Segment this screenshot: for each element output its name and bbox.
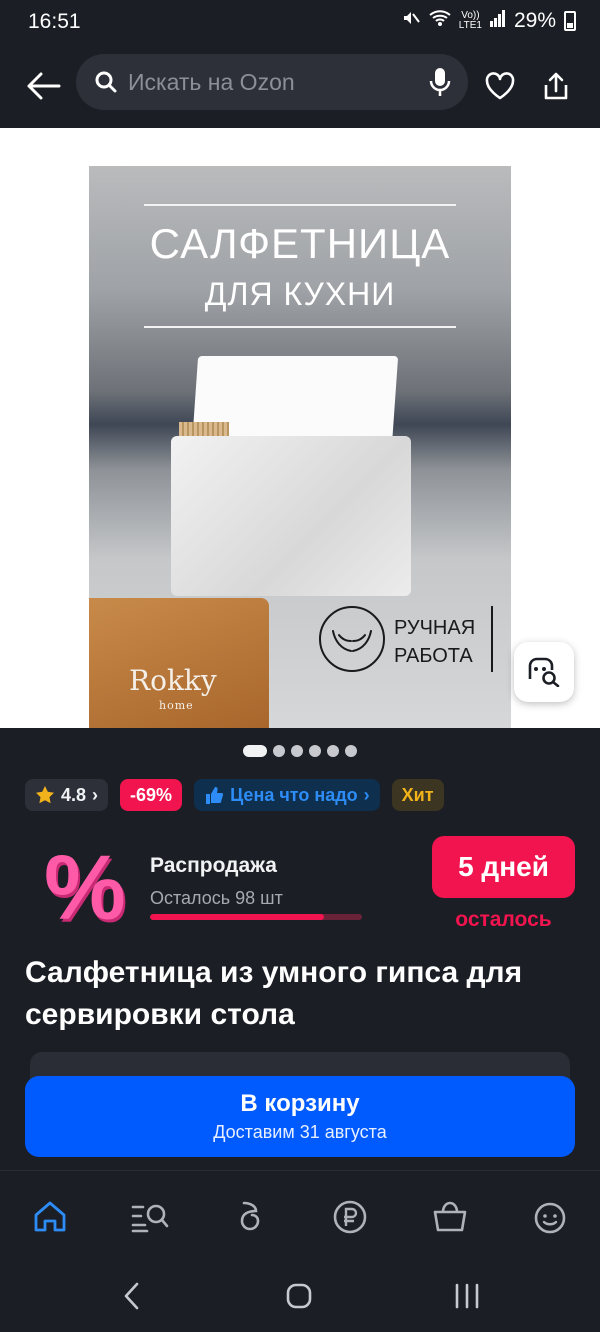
thumbs-up-icon <box>206 787 224 804</box>
fresh-icon <box>240 1201 260 1231</box>
handmade-label: РУЧНАЯ РАБОТА <box>394 617 476 667</box>
nav-finance[interactable] <box>328 1195 372 1239</box>
top-bar: Искать на Ozon <box>0 44 600 128</box>
add-to-cart-button[interactable]: В корзину Доставим 31 августа <box>25 1076 575 1157</box>
delivery-date: Доставим 31 августа <box>213 1122 387 1142</box>
heart-icon <box>485 72 515 100</box>
system-recents-button[interactable] <box>445 1276 489 1316</box>
rating-chip[interactable]: 4.8 › <box>25 779 109 811</box>
network-type: Vo)) LTE1 <box>458 10 482 31</box>
sale-title: Распродажа <box>150 854 277 877</box>
arrow-left-icon <box>27 72 61 100</box>
catalog-search-icon <box>131 1204 169 1233</box>
days-badge: 5 дней <box>432 836 575 898</box>
image-search-button[interactable] <box>514 642 574 702</box>
hands-icon <box>319 606 385 672</box>
add-to-cart-label: В корзину <box>240 1090 360 1117</box>
product-gallery[interactable]: САЛФЕТНИЦА ДЛЯ КУХНИ РУЧНАЯ РАБОТА Rokky… <box>0 128 600 728</box>
gallery-dot[interactable] <box>327 745 339 757</box>
search-input[interactable]: Искать на Ozon <box>76 54 468 110</box>
stock-remaining: Осталось 98 шт <box>150 888 283 908</box>
hit-chip: Хит <box>391 779 444 811</box>
search-icon <box>95 71 117 93</box>
image-subtitle: ДЛЯ КУХНИ <box>204 276 396 312</box>
signal-icon <box>489 9 506 33</box>
gallery-dot[interactable] <box>291 745 303 757</box>
rounded-square-icon <box>286 1283 312 1309</box>
microphone-icon <box>429 68 451 96</box>
wifi-icon <box>429 8 451 34</box>
gallery-dot[interactable] <box>273 745 285 757</box>
system-back-button[interactable] <box>110 1276 154 1316</box>
battery-icon <box>564 11 576 31</box>
recents-icon <box>455 1283 479 1309</box>
brand-sub: home <box>159 699 194 712</box>
chevron-left-icon <box>124 1282 139 1310</box>
nav-catalog[interactable] <box>128 1195 172 1239</box>
bottom-navigation <box>0 1170 600 1258</box>
nav-fresh[interactable] <box>228 1195 272 1239</box>
hit-label: Хит <box>401 784 434 805</box>
status-bar: 16:51 Vo)) LTE1 29% <box>0 0 600 44</box>
system-navigation <box>0 1258 600 1332</box>
ruble-icon <box>333 1200 367 1234</box>
battery-percent: 29% <box>513 9 556 32</box>
profile-smile-icon <box>534 1202 566 1234</box>
nav-home[interactable] <box>28 1195 72 1239</box>
status-time: 16:51 <box>28 10 81 33</box>
gallery-pagination <box>0 745 600 757</box>
discount-chip: -69% <box>120 779 183 811</box>
nav-cart[interactable] <box>428 1195 472 1239</box>
gallery-dot[interactable] <box>309 745 321 757</box>
share-button[interactable] <box>534 64 578 108</box>
visual-search-icon <box>528 657 560 687</box>
percent-icon: % <box>44 837 126 939</box>
brand-logo: Rokky <box>129 664 217 697</box>
chevron-right-icon: › <box>363 784 370 805</box>
image-title: САЛФЕТНИЦА <box>149 220 451 267</box>
home-icon <box>34 1201 66 1232</box>
back-button[interactable] <box>22 64 66 108</box>
product-title: Салфетница из умного гипса для сервировк… <box>25 956 523 1031</box>
discount-value: -69% <box>130 784 173 805</box>
divider <box>144 326 456 328</box>
days-remaining-label: осталось <box>455 908 552 931</box>
divider <box>144 204 456 206</box>
nav-profile[interactable] <box>528 1195 572 1239</box>
sale-banner[interactable]: % Распродажа Осталось 98 шт 5 дней остал… <box>0 830 600 940</box>
basket-icon <box>433 1201 467 1232</box>
star-icon <box>36 786 54 804</box>
voice-search-button[interactable] <box>424 66 456 98</box>
product-chips: 4.8 › -69% Цена что надо › Хит <box>25 779 444 811</box>
gallery-dot[interactable] <box>243 745 267 757</box>
stock-progress <box>150 914 362 920</box>
system-home-button[interactable] <box>277 1276 321 1316</box>
status-icons: Vo)) LTE1 29% <box>401 8 576 34</box>
gallery-dot[interactable] <box>345 745 357 757</box>
mute-icon <box>401 8 421 34</box>
favorite-button[interactable] <box>478 64 522 108</box>
rating-value: 4.8 <box>61 784 87 805</box>
good-price-label: Цена что надо <box>230 784 358 805</box>
good-price-chip[interactable]: Цена что надо › <box>194 779 380 811</box>
stock-progress-fill <box>150 914 324 920</box>
product-image[interactable]: САЛФЕТНИЦА ДЛЯ КУХНИ РУЧНАЯ РАБОТА Rokky… <box>89 166 511 728</box>
divider <box>491 606 493 672</box>
napkin-holder <box>171 436 411 596</box>
search-placeholder: Искать на Ozon <box>128 68 295 95</box>
chevron-right-icon: › <box>92 784 99 805</box>
share-icon <box>544 72 568 100</box>
